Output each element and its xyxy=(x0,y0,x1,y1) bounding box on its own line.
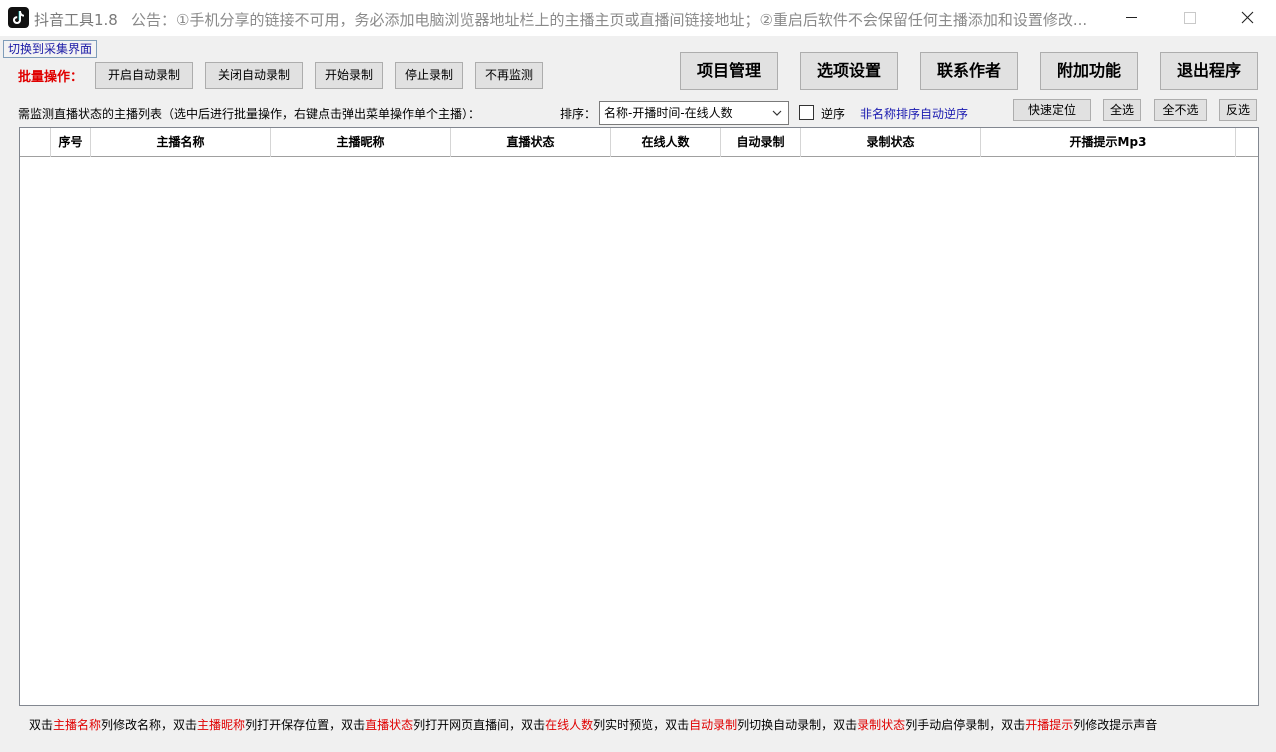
contact-author-button[interactable]: 联系作者 xyxy=(920,52,1018,90)
options-settings-button[interactable]: 选项设置 xyxy=(800,52,898,90)
footer-highlight: 录制状态 xyxy=(857,718,906,732)
table-header: 序号 主播名称 主播昵称 直播状态 在线人数 自动录制 录制状态 开播提示Mp3 xyxy=(20,128,1258,157)
footer-text: 列修改名称，双击 xyxy=(101,718,198,732)
footer-highlight: 主播昵称 xyxy=(197,718,246,732)
col-header-record-status[interactable]: 录制状态 xyxy=(801,128,981,157)
footer-highlight: 开播提示 xyxy=(1025,718,1074,732)
extra-features-button[interactable]: 附加功能 xyxy=(1040,52,1138,90)
footer-text: 列打开保存位置，双击 xyxy=(245,718,366,732)
quick-locate-button[interactable]: 快速定位 xyxy=(1013,99,1091,121)
reverse-order-checkbox[interactable] xyxy=(799,105,814,120)
invert-selection-button[interactable]: 反选 xyxy=(1219,99,1257,121)
col-header-live-alert-mp3[interactable]: 开播提示Mp3 xyxy=(981,128,1236,157)
col-header-online-count[interactable]: 在线人数 xyxy=(611,128,721,157)
streamer-table[interactable]: 序号 主播名称 主播昵称 直播状态 在线人数 自动录制 录制状态 开播提示Mp3 xyxy=(19,127,1259,706)
sort-label: 排序： xyxy=(560,107,597,121)
tiktok-logo-icon xyxy=(8,7,29,28)
col-header-live-status[interactable]: 直播状态 xyxy=(451,128,611,157)
footer-text: 列手动启停录制，双击 xyxy=(905,718,1026,732)
maximize-button[interactable] xyxy=(1160,0,1218,36)
footer-text: 双击 xyxy=(29,718,54,732)
footer-highlight: 直播状态 xyxy=(365,718,414,732)
exit-program-button[interactable]: 退出程序 xyxy=(1160,52,1258,90)
footer-text: 列切换自动录制，双击 xyxy=(737,718,858,732)
list-description: 需监测直播状态的主播列表（选中后进行批量操作，右键点击弹出菜单操作单个主播）： xyxy=(18,107,481,121)
footer-text: 列打开网页直播间，双击 xyxy=(413,718,546,732)
footer-highlight: 在线人数 xyxy=(545,718,594,732)
disable-auto-record-button[interactable]: 关闭自动录制 xyxy=(205,62,303,89)
footer-text: 列实时预览，双击 xyxy=(593,718,690,732)
select-none-button[interactable]: 全不选 xyxy=(1154,99,1207,121)
close-button[interactable] xyxy=(1218,0,1276,36)
col-header-index[interactable]: 序号 xyxy=(51,128,91,157)
sort-select[interactable]: 名称-开播时间-在线人数 xyxy=(599,101,789,125)
footer-text: 列修改提示声音 xyxy=(1073,718,1158,732)
title-bar: 抖音工具1.8 公告：①手机分享的链接不可用，务必添加电脑浏览器地址栏上的主播主… xyxy=(0,0,1276,36)
minimize-button[interactable] xyxy=(1102,0,1160,36)
batch-operation-label: 批量操作： xyxy=(18,70,84,85)
start-record-button[interactable]: 开始录制 xyxy=(315,62,383,89)
col-header-checkbox[interactable] xyxy=(20,128,51,157)
sort-selected-value: 名称-开播时间-在线人数 xyxy=(604,106,733,120)
select-all-button[interactable]: 全选 xyxy=(1103,99,1141,121)
auto-reverse-hint: 非名称排序自动逆序 xyxy=(860,107,969,121)
col-header-auto-record[interactable]: 自动录制 xyxy=(721,128,801,157)
stop-monitor-button[interactable]: 不再监测 xyxy=(475,62,543,89)
col-header-streamer-name[interactable]: 主播名称 xyxy=(91,128,271,157)
app-title: 抖音工具1.8 xyxy=(34,11,118,29)
project-management-button[interactable]: 项目管理 xyxy=(680,52,778,90)
chevron-down-icon xyxy=(772,110,782,116)
footer-highlight: 主播名称 xyxy=(53,718,102,732)
usage-hint-footer: 双击主播名称列修改名称，双击主播昵称列打开保存位置，双击直播状态列打开网页直播间… xyxy=(29,716,1157,733)
close-icon xyxy=(1241,11,1254,24)
notice-text: 公告：①手机分享的链接不可用，务必添加电脑浏览器地址栏上的主播主页或直播间链接地… xyxy=(131,11,1088,29)
footer-highlight: 自动录制 xyxy=(689,718,738,732)
stop-record-button[interactable]: 停止录制 xyxy=(395,62,463,89)
switch-to-collect-button[interactable]: 切换到采集界面 xyxy=(3,40,98,58)
reverse-order-label: 逆序 xyxy=(821,107,846,121)
enable-auto-record-button[interactable]: 开启自动录制 xyxy=(95,62,193,89)
col-header-streamer-nickname[interactable]: 主播昵称 xyxy=(271,128,451,157)
